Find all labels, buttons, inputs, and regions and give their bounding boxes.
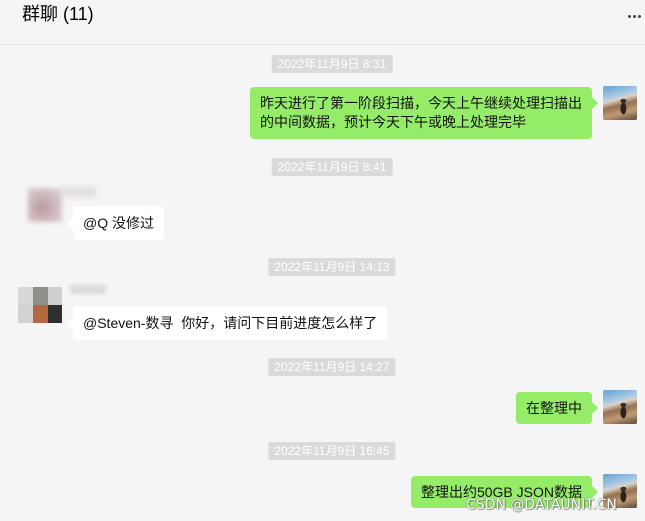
avatar[interactable] [603,86,637,120]
chat-window: 群聊 (11) 2022年11月9日 8:31 昨天进行了第一阶段扫描，今天上午… [0,0,645,521]
mosaic-cell [18,305,33,323]
mosaic-cell [48,287,62,305]
chat-header: 群聊 (11) [0,0,645,45]
message-timestamp: 2022年11月9日 8:41 [271,158,393,176]
avatar-blurred[interactable] [28,188,62,222]
watermark: CSDN @DATAUNIT.CN [466,497,617,513]
outgoing-message-bubble[interactable]: 昨天进行了第一阶段扫描，今天上午继续处理扫描出的中间数据，预计今天下午或晚上处理… [250,87,598,139]
incoming-message-bubble[interactable]: @Q 没修过 [67,206,164,240]
mosaic-cell [18,287,33,305]
avatar-pixelated[interactable] [18,287,62,323]
incoming-message-bubble[interactable]: @Steven-数寻 你好，请问下目前进度怎么样了 [66,306,388,340]
mosaic-cell [33,287,48,305]
message-timestamp: 2022年11月9日 14:13 [268,258,396,276]
avatar[interactable] [603,390,637,424]
sender-name-blurred [70,285,106,294]
message-timestamp: 2022年11月9日 16:45 [268,442,396,460]
mosaic-cell [48,305,62,323]
message-timestamp: 2022年11月9日 14:27 [268,358,396,376]
outgoing-message-bubble[interactable]: 在整理中 [516,392,598,424]
ellipsis-icon[interactable] [628,12,642,22]
chat-title: 群聊 (11) [22,4,94,24]
message-timestamp: 2022年11月9日 8:31 [271,55,393,73]
sender-name-blurred [62,186,96,198]
mosaic-cell [33,305,48,323]
message-list[interactable]: 2022年11月9日 8:31 昨天进行了第一阶段扫描，今天上午继续处理扫描出的… [0,45,645,521]
